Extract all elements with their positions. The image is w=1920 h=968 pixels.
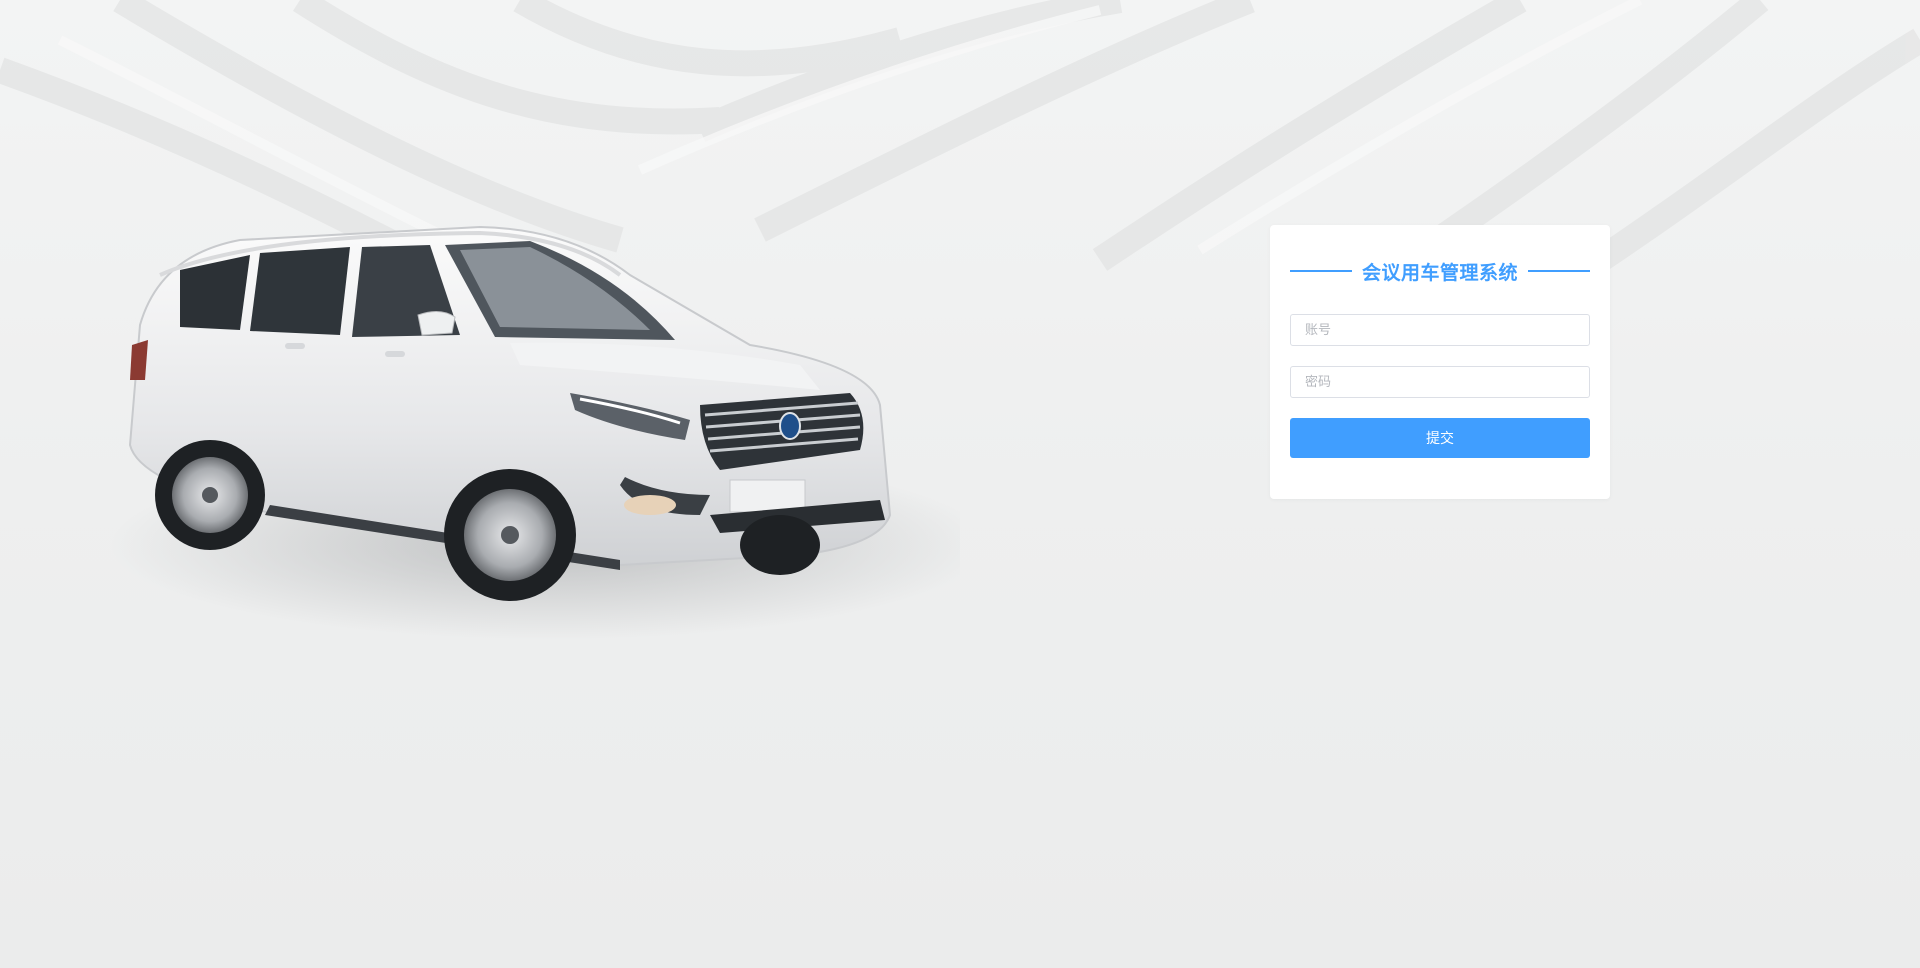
submit-button[interactable]: 提交 <box>1290 418 1590 458</box>
title-line-left <box>1290 270 1352 272</box>
login-title: 会议用车管理系统 <box>1362 261 1519 284</box>
vehicle-illustration <box>100 215 990 655</box>
account-input[interactable] <box>1290 314 1590 346</box>
title-line-right <box>1528 270 1591 272</box>
car-image <box>110 225 990 640</box>
password-input[interactable] <box>1290 366 1590 398</box>
login-title-row: 会议用车管理系统 <box>1290 259 1591 284</box>
login-card: 会议用车管理系统 提交 <box>1270 225 1610 499</box>
